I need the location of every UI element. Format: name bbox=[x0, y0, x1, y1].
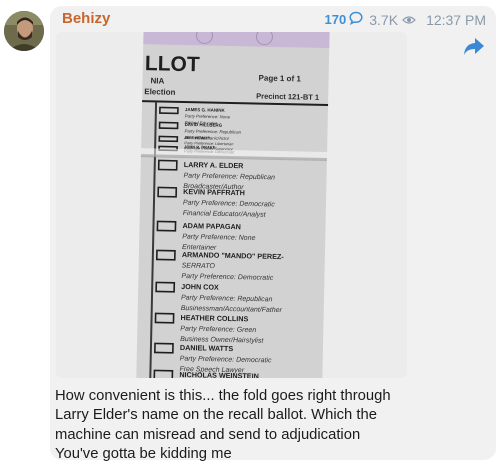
ballot-title: LLOT bbox=[145, 52, 200, 76]
author-name[interactable]: Behizy bbox=[62, 10, 110, 27]
candidate-detail: Party Preference: None bbox=[185, 113, 231, 119]
ballot-subtitle: NIA bbox=[150, 76, 164, 85]
post-meta: 170 3.7K 12:37 PM bbox=[325, 11, 486, 28]
ballot-precinct: Precinct 121-BT 1 bbox=[256, 92, 319, 102]
candidate-name: LARRY A. ELDER bbox=[184, 160, 245, 170]
candidate-name: JEFF HEWITT bbox=[184, 135, 211, 141]
telegram-post: Behizy 170 3.7K 12:37 PM LLOT NIA Electi… bbox=[0, 0, 500, 465]
post-caption: How convenient is this... the fold goes … bbox=[55, 387, 485, 464]
eye-icon bbox=[402, 12, 416, 28]
ballot-photo[interactable]: LLOT NIA Election Page 1 of 1 Precinct 1… bbox=[56, 32, 407, 378]
post-time: 12:37 PM bbox=[426, 11, 486, 28]
caption-line: Larry Elder's name on the recall ballot.… bbox=[55, 407, 377, 424]
speech-bubble-icon[interactable] bbox=[349, 11, 363, 28]
candidate-name: JAMES G. HANINK bbox=[185, 107, 226, 113]
comment-count[interactable]: 170 bbox=[325, 12, 347, 27]
avatar-image bbox=[4, 11, 44, 51]
candidate-name: DAVID HILLBERG bbox=[185, 122, 223, 128]
candidate-name: KEVIN PAFFRATH bbox=[183, 187, 245, 197]
author-avatar[interactable] bbox=[4, 11, 44, 51]
candidate-name: ADAM PAPAGAN bbox=[182, 221, 241, 231]
caption-line: You've gotta be kidding me bbox=[55, 445, 232, 462]
ballot-election: Election bbox=[144, 87, 175, 97]
share-arrow-icon[interactable] bbox=[462, 34, 486, 58]
caption-line: How convenient is this... the fold goes … bbox=[55, 388, 391, 404]
view-count: 3.7K bbox=[369, 11, 399, 28]
candidate-name: NICHOLAS WEINSTEIN bbox=[179, 370, 259, 378]
candidate-detail: SERRATO bbox=[182, 262, 216, 270]
ballot-page-label: Page 1 of 1 bbox=[259, 74, 302, 84]
candidate-name: JOHN COX bbox=[181, 282, 219, 292]
candidate-name: HEATHER COLLINS bbox=[180, 313, 248, 323]
candidate-name: DANIEL WATTS bbox=[180, 343, 234, 353]
caption-line: machine can misread and send to adjudica… bbox=[55, 426, 361, 443]
